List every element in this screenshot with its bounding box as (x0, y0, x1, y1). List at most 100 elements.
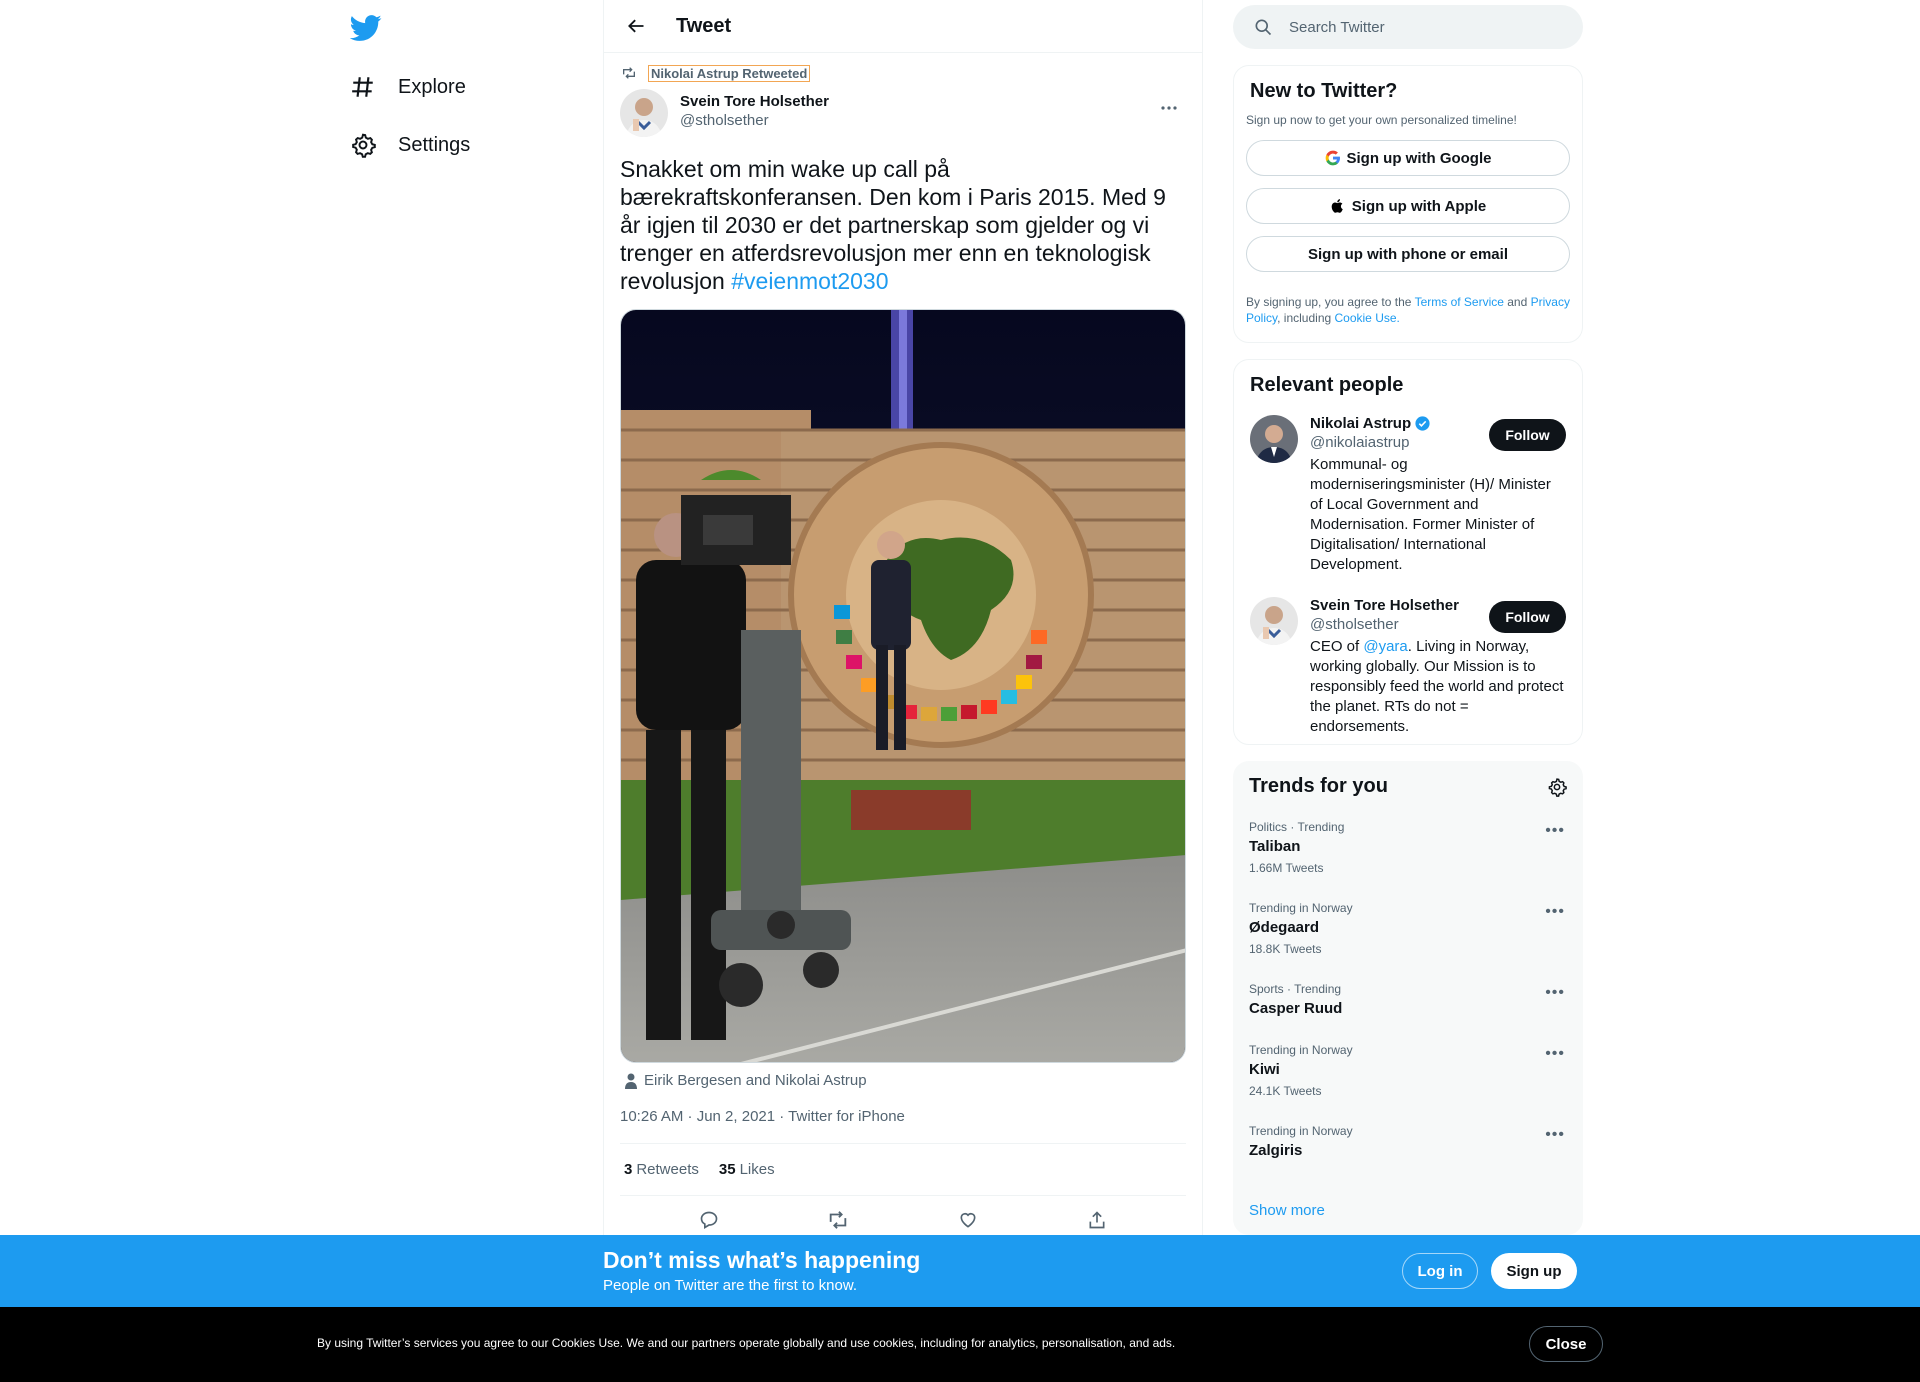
trend-meta: Politics · Trending (1249, 820, 1345, 834)
retweets-count: 3 (624, 1161, 633, 1178)
nav-settings-label: Settings (398, 133, 471, 156)
legal-and: and (1503, 295, 1531, 309)
page-title: Tweet (676, 14, 732, 37)
trend-more-button[interactable]: ••• (1545, 1045, 1565, 1063)
tweet: Nikolai Astrup Retweeted Svein Tore Hols… (604, 53, 1202, 1244)
avatar[interactable] (620, 89, 668, 137)
trend-item[interactable]: Sports · Trending Casper Ruud ••• (1233, 982, 1583, 1017)
author-handle[interactable]: @stholsether (680, 112, 829, 129)
trend-more-button[interactable]: ••• (1545, 984, 1565, 1002)
terms-link[interactable]: Terms of Service (1415, 295, 1504, 309)
trend-count: 18.8K Tweets (1249, 942, 1322, 956)
follow-button[interactable]: Follow (1489, 419, 1566, 451)
signup-button[interactable]: Sign up (1491, 1253, 1577, 1289)
gear-icon[interactable] (1547, 777, 1567, 797)
more-options-button[interactable] (1152, 93, 1186, 123)
cookie-link[interactable]: Cookie Use. (1335, 311, 1400, 325)
retweets-label: Retweets (636, 1161, 699, 1178)
signup-phone-email-label: Sign up with phone or email (1307, 245, 1508, 263)
tweet-meta: 10:26 AM · Jun 2, 2021 · Twitter for iPh… (620, 1108, 1186, 1144)
trend-more-button[interactable]: ••• (1545, 822, 1565, 840)
tagged-people[interactable]: Eirik Bergesen and Nikolai Astrup (620, 1072, 1186, 1089)
mention-link[interactable]: @yara (1363, 638, 1407, 655)
retweets-stat[interactable]: 3 Retweets (624, 1161, 699, 1178)
banner-title: Don’t miss what’s happening (603, 1247, 921, 1273)
retweet-icon (830, 1211, 847, 1229)
login-button[interactable]: Log in (1402, 1253, 1478, 1289)
search-box[interactable] (1233, 5, 1583, 49)
legal-including: , including (1277, 311, 1335, 325)
trends-card: Trends for you Politics · Trending Talib… (1233, 761, 1583, 1235)
bio-prefix: CEO of (1310, 638, 1364, 655)
apple-icon (1331, 199, 1343, 213)
relevant-people-title: Relevant people (1250, 374, 1404, 396)
follow-button[interactable]: Follow (1489, 601, 1566, 633)
cookie-banner: By using Twitter’s services you agree to… (0, 1307, 1920, 1382)
trend-meta: Trending in Norway (1249, 901, 1353, 915)
search-input[interactable] (1289, 18, 1549, 36)
person-name[interactable]: Svein Tore Holsether (1310, 597, 1459, 614)
signup-legal: By signing up, you agree to the Terms of… (1246, 294, 1570, 326)
trend-more-button[interactable]: ••• (1545, 1126, 1565, 1144)
retweet-button[interactable] (821, 1203, 855, 1237)
tweet-author: Svein Tore Holsether @stholsether (620, 89, 1186, 137)
heart-icon (960, 1212, 976, 1228)
trend-item[interactable]: Politics · Trending Taliban 1.66M Tweets… (1233, 820, 1583, 875)
reply-button[interactable] (692, 1203, 726, 1237)
legal-prefix: By signing up, you agree to the (1246, 295, 1415, 309)
trend-name: Zalgiris (1249, 1142, 1303, 1159)
share-button[interactable] (1080, 1203, 1114, 1237)
signup-banner: Don’t miss what’s happening People on Tw… (0, 1235, 1920, 1307)
tweet-stats: 3 Retweets 35 Likes (620, 1144, 1186, 1196)
trend-meta: Trending in Norway (1249, 1124, 1353, 1138)
trend-more-button[interactable]: ••• (1545, 903, 1565, 921)
author-name[interactable]: Svein Tore Holsether (680, 93, 829, 110)
trend-meta: Trending in Norway (1249, 1043, 1353, 1057)
person-bio: Kommunal- og moderniseringsminister (H)/… (1310, 456, 1551, 573)
more-icon (1161, 106, 1177, 110)
trend-count: 24.1K Tweets (1249, 1084, 1322, 1098)
person-item[interactable]: Nikolai Astrup @nikolaiastrup Kommunal- … (1250, 415, 1566, 575)
trend-item[interactable]: Trending in Norway Ødegaard 18.8K Tweets… (1233, 901, 1583, 956)
trend-name: Taliban (1249, 838, 1301, 855)
person-bio: CEO of @yara. Living in Norway, working … (1310, 637, 1565, 737)
avatar[interactable] (1250, 597, 1298, 645)
nav-explore-label: Explore (398, 75, 466, 98)
trend-item[interactable]: Trending in Norway Kiwi 24.1K Tweets ••• (1233, 1043, 1583, 1098)
avatar[interactable] (1250, 415, 1298, 463)
gear-icon (352, 133, 376, 158)
back-button[interactable] (618, 8, 654, 44)
search-icon (1255, 19, 1272, 36)
tweet-text: Snakket om min wake up call på bærekraft… (620, 155, 1186, 295)
trend-count: 1.66M Tweets (1249, 861, 1324, 875)
twitter-logo-icon[interactable] (349, 12, 382, 44)
like-button[interactable] (951, 1203, 985, 1237)
hashtag-link[interactable]: #veienmot2030 (731, 268, 888, 294)
nav-settings[interactable]: Settings (350, 125, 470, 165)
person-name[interactable]: Nikolai Astrup (1310, 415, 1411, 432)
signup-google-button[interactable]: Sign up with Google (1246, 140, 1570, 176)
nav-explore[interactable]: Explore (350, 67, 466, 107)
google-icon (1325, 150, 1340, 166)
share-icon (1089, 1211, 1105, 1229)
retweet-icon (623, 67, 635, 79)
trends-title: Trends for you (1249, 775, 1388, 797)
reply-icon (700, 1211, 718, 1229)
show-more-link[interactable]: Show more (1249, 1202, 1325, 1219)
signup-google-label: Sign up with Google (1346, 149, 1492, 167)
signup-apple-button[interactable]: Sign up with Apple (1246, 188, 1570, 224)
trend-name: Kiwi (1249, 1061, 1280, 1078)
retweeted-by-link[interactable]: Nikolai Astrup Retweeted (647, 64, 811, 82)
person-icon (625, 1073, 637, 1089)
new-to-twitter-card: New to Twitter? Sign up now to get your … (1233, 65, 1583, 343)
trend-item[interactable]: Trending in Norway Zalgiris ••• (1233, 1124, 1583, 1159)
tagged-label: Eirik Bergesen and Nikolai Astrup (644, 1072, 867, 1089)
person-item[interactable]: Svein Tore Holsether @stholsether CEO of… (1250, 597, 1566, 737)
signup-phone-email-button[interactable]: Sign up with phone or email (1246, 236, 1570, 272)
tweet-photo[interactable] (620, 309, 1186, 1063)
close-button[interactable]: Close (1529, 1326, 1603, 1362)
signup-apple-label: Sign up with Apple (1351, 197, 1487, 215)
trend-name: Casper Ruud (1249, 1000, 1343, 1017)
likes-stat[interactable]: 35 Likes (719, 1161, 775, 1178)
retweet-context: Nikolai Astrup Retweeted (621, 63, 1186, 83)
